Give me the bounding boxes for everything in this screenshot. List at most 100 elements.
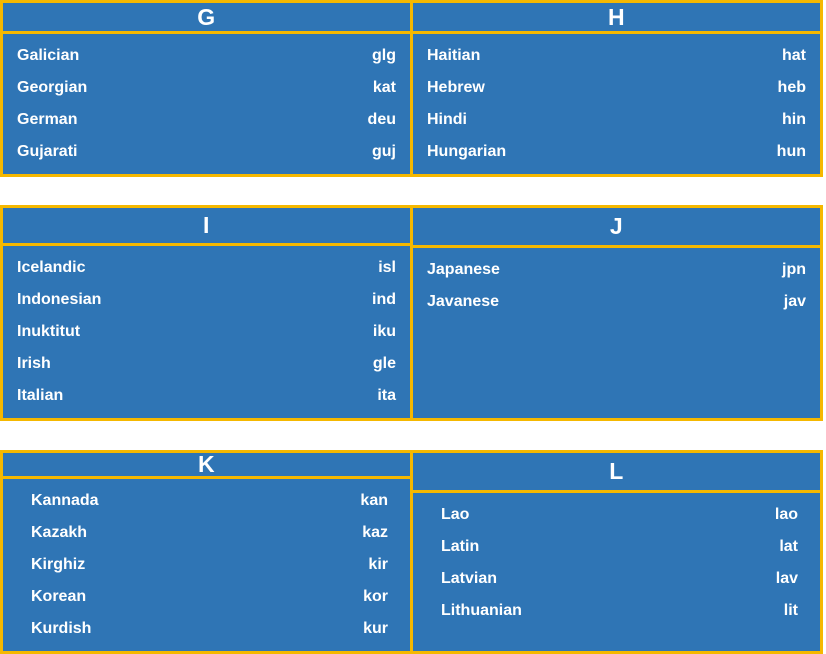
- language-name: Kurdish: [31, 620, 92, 637]
- language-name: Korean: [31, 588, 87, 605]
- language-row[interactable]: Georgian kat: [17, 72, 396, 104]
- language-name: Kannada: [31, 492, 99, 509]
- letter-panel-h-header: H: [413, 3, 820, 34]
- language-code: glg: [372, 47, 396, 64]
- language-row[interactable]: Latin lat: [441, 531, 798, 563]
- language-row[interactable]: German deu: [17, 104, 396, 136]
- language-code: kat: [372, 79, 396, 96]
- letter-panel-i: I Icelandic isl Indonesian ind Inuktitut…: [0, 205, 413, 421]
- language-code: kir: [368, 556, 388, 573]
- letter-band-ij: I Icelandic isl Indonesian ind Inuktitut…: [0, 205, 826, 421]
- language-row[interactable]: Javanese jav: [427, 286, 806, 318]
- language-row[interactable]: Irish gle: [17, 348, 396, 380]
- language-name: Inuktitut: [17, 323, 81, 340]
- language-row[interactable]: Gujarati guj: [17, 136, 396, 168]
- language-row[interactable]: Icelandic isl: [17, 252, 396, 284]
- language-row[interactable]: Kurdish kur: [31, 613, 388, 645]
- letter-heading: I: [203, 212, 210, 238]
- language-name: Haitian: [427, 47, 481, 64]
- language-name: Gujarati: [17, 143, 78, 160]
- language-name: German: [17, 111, 78, 128]
- language-name: Galician: [17, 47, 80, 64]
- language-row[interactable]: Japanese jpn: [427, 254, 806, 286]
- letter-heading: J: [609, 213, 624, 239]
- language-code: ita: [377, 387, 396, 404]
- language-code: heb: [777, 79, 806, 96]
- language-name: Icelandic: [17, 259, 86, 276]
- language-code: hin: [782, 111, 806, 128]
- band-separator: [0, 421, 826, 450]
- letter-panel-l-header: L: [413, 453, 820, 493]
- language-row[interactable]: Kazakh kaz: [31, 517, 388, 549]
- language-row[interactable]: Hindi hin: [427, 104, 806, 136]
- language-row[interactable]: Latvian lav: [441, 563, 798, 595]
- language-row[interactable]: Kannada kan: [31, 485, 388, 517]
- language-code: kan: [360, 492, 388, 509]
- letter-panel-k-body: Kannada kan Kazakh kaz Kirghiz kir Korea…: [3, 479, 410, 651]
- letter-panel-j-body: Japanese jpn Javanese jav: [413, 248, 820, 418]
- language-code: lav: [775, 570, 798, 587]
- language-row[interactable]: Kirghiz kir: [31, 549, 388, 581]
- language-row[interactable]: Lithuanian lit: [441, 595, 798, 627]
- language-code: isl: [378, 259, 396, 276]
- letter-panel-h: H Haitian hat Hebrew heb Hindi hin Hunga…: [410, 0, 823, 177]
- language-code: kur: [363, 620, 388, 637]
- language-row[interactable]: Inuktitut iku: [17, 316, 396, 348]
- language-code: lao: [774, 506, 798, 523]
- language-row[interactable]: Italian ita: [17, 380, 396, 412]
- language-row[interactable]: Hebrew heb: [427, 72, 806, 104]
- language-name: Latvian: [441, 570, 498, 587]
- letter-panel-g-body: Galician glg Georgian kat German deu Guj…: [3, 34, 410, 174]
- language-code: hat: [782, 47, 806, 64]
- letter-panel-l: L Lao lao Latin lat Latvian lav Lithuani…: [410, 450, 823, 654]
- language-name: Latin: [441, 538, 480, 555]
- language-code: kaz: [362, 524, 388, 541]
- language-name: Kirghiz: [31, 556, 86, 573]
- letter-heading: H: [607, 3, 626, 30]
- letter-band-gh: G Galician glg Georgian kat German deu G…: [0, 0, 826, 177]
- letter-panel-i-header: I: [3, 208, 410, 246]
- language-name: Irish: [17, 355, 51, 372]
- language-code: jpn: [782, 261, 806, 278]
- letter-panel-h-body: Haitian hat Hebrew heb Hindi hin Hungari…: [413, 34, 820, 174]
- language-code: ind: [372, 291, 396, 308]
- language-name: Kazakh: [31, 524, 88, 541]
- language-code: gle: [372, 355, 396, 372]
- language-name: Indonesian: [17, 291, 102, 308]
- language-row[interactable]: Haitian hat: [427, 40, 806, 72]
- letter-panel-l-body: Lao lao Latin lat Latvian lav Lithuanian…: [413, 493, 820, 651]
- language-name: Georgian: [17, 79, 88, 96]
- language-name: Hebrew: [427, 79, 485, 96]
- language-code: lat: [779, 538, 798, 555]
- language-name: Lao: [441, 506, 470, 523]
- language-name: Javanese: [427, 293, 500, 310]
- letter-panel-j-header: J: [413, 208, 820, 248]
- language-code: deu: [367, 111, 396, 128]
- language-code: iku: [372, 323, 396, 340]
- letter-panel-i-body: Icelandic isl Indonesian ind Inuktitut i…: [3, 246, 410, 418]
- letter-panel-g: G Galician glg Georgian kat German deu G…: [0, 0, 413, 177]
- language-code: guj: [372, 143, 396, 160]
- language-row[interactable]: Galician glg: [17, 40, 396, 72]
- language-code: lit: [783, 602, 798, 619]
- language-code-sheet: G Galician glg Georgian kat German deu G…: [0, 0, 826, 654]
- letter-panel-k-header: K: [3, 453, 410, 479]
- language-code: jav: [783, 293, 806, 310]
- letter-panel-g-header: G: [3, 3, 410, 34]
- language-name: Hungarian: [427, 143, 507, 160]
- language-code: kor: [363, 588, 388, 605]
- language-row[interactable]: Indonesian ind: [17, 284, 396, 316]
- language-name: Italian: [17, 387, 64, 404]
- language-row[interactable]: Lao lao: [441, 499, 798, 531]
- letter-panel-j: J Japanese jpn Javanese jav: [410, 205, 823, 421]
- language-row[interactable]: Korean kor: [31, 581, 388, 613]
- letter-heading: G: [197, 3, 216, 30]
- letter-heading: L: [609, 458, 624, 484]
- language-row[interactable]: Hungarian hun: [427, 136, 806, 168]
- language-code: hun: [776, 143, 806, 160]
- letter-panel-k: K Kannada kan Kazakh kaz Kirghiz kir Kor…: [0, 450, 413, 654]
- letter-band-kl: K Kannada kan Kazakh kaz Kirghiz kir Kor…: [0, 450, 826, 654]
- letter-heading: K: [197, 451, 216, 477]
- language-name: Japanese: [427, 261, 500, 278]
- language-name: Hindi: [427, 111, 467, 128]
